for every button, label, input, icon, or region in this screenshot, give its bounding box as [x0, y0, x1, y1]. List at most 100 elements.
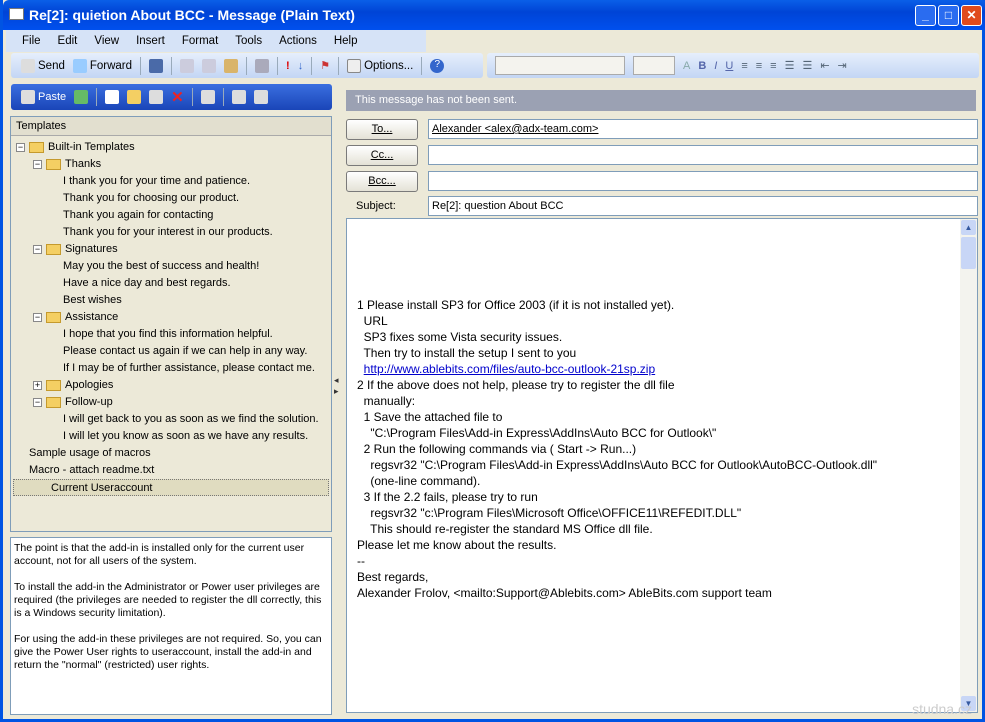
message-body[interactable]: ▲ ▼ 1 Please install SP3 for Office 2003 … [346, 218, 978, 713]
font-color-icon[interactable]: A [683, 60, 690, 72]
options-label: Options... [364, 59, 414, 72]
underline-button[interactable]: U [725, 60, 733, 72]
delete-icon[interactable]: ✕ [171, 88, 184, 106]
body-scrollbar[interactable]: ▲ ▼ [960, 219, 977, 712]
import-icon[interactable] [200, 90, 215, 104]
scroll-thumb[interactable] [961, 237, 976, 269]
scroll-up-icon[interactable]: ▲ [961, 220, 976, 235]
tree-item-label: Sample usage of macros [29, 447, 151, 459]
italic-button[interactable]: I [714, 60, 717, 72]
collapse-icon[interactable]: − [16, 142, 25, 152]
tree-folder[interactable]: + Apologies [33, 377, 113, 394]
settings-icon[interactable] [253, 90, 268, 104]
decrease-indent-icon[interactable]: ⇤ [820, 59, 829, 72]
tree-folder[interactable]: − Follow-up [33, 394, 113, 411]
separator [246, 56, 248, 75]
tree-item[interactable]: I will let you know as soon as we have a… [63, 428, 308, 445]
menu-tools[interactable]: Tools [235, 35, 262, 47]
tree-item[interactable]: Thank you again for contacting [63, 207, 213, 224]
expand-icon[interactable]: + [33, 380, 42, 390]
templates-header: Templates [11, 117, 331, 136]
increase-indent-icon[interactable]: ⇥ [838, 59, 847, 72]
tree-item[interactable]: Best wishes [63, 292, 122, 309]
download-link[interactable]: http://www.ablebits.com/files/auto-bcc-o… [364, 362, 655, 376]
tree-folder[interactable]: − Thanks [33, 156, 101, 173]
menu-actions[interactable]: Actions [279, 35, 317, 47]
bcc-field[interactable] [428, 171, 978, 191]
bullets-icon[interactable]: ☰ [785, 59, 795, 72]
tree-item[interactable]: If I may be of further assistance, pleas… [63, 360, 315, 377]
options-button[interactable]: Options... [347, 58, 414, 73]
forward-button[interactable]: Forward [72, 58, 132, 73]
font-size-combo[interactable] [633, 56, 675, 75]
close-button[interactable]: ✕ [961, 5, 982, 26]
splitter-handle[interactable]: ◂ ▸ [334, 375, 339, 415]
menu-edit[interactable]: Edit [58, 35, 78, 47]
numbering-icon[interactable]: ☰ [802, 59, 812, 72]
tree-item[interactable]: Sample usage of macros [29, 445, 151, 462]
tree-folder[interactable]: − Built-in Templates [16, 139, 135, 156]
send-button[interactable]: Send [21, 58, 65, 73]
message-pane: This message has not been sent. To... Al… [341, 84, 985, 718]
menu-help[interactable]: Help [334, 35, 358, 47]
paste-template-button[interactable]: Paste [21, 90, 66, 104]
macros-icon[interactable] [231, 90, 246, 104]
tree-item[interactable]: May you the best of success and health! [63, 258, 259, 275]
copy-icon[interactable] [202, 58, 217, 73]
align-center-icon[interactable]: ≡ [756, 60, 762, 72]
cc-field[interactable] [428, 145, 978, 165]
tree-item[interactable]: I will get back to you as soon as we fin… [63, 411, 319, 428]
separator [277, 56, 279, 75]
edit-icon[interactable] [149, 90, 164, 104]
menu-format[interactable]: Format [182, 35, 218, 47]
cut-icon[interactable] [180, 58, 195, 73]
tree-item[interactable]: I thank you for your time and patience. [63, 173, 250, 190]
collapse-icon[interactable]: − [33, 397, 42, 407]
low-importance-icon[interactable]: ↓ [298, 60, 304, 72]
paste-icon[interactable] [224, 58, 239, 73]
body-line: regsvr32 "C:\Program Files\Add-in Expres… [357, 458, 878, 472]
body-line: Please let me know about the results. [357, 538, 557, 552]
save-icon[interactable] [149, 58, 164, 73]
align-right-icon[interactable]: ≡ [770, 60, 776, 72]
bcc-button[interactable]: Bcc... [346, 171, 418, 192]
tree-item[interactable]: Thank you for your interest in our produ… [63, 224, 273, 241]
menu-insert[interactable]: Insert [136, 35, 165, 47]
flag-icon[interactable]: ⚑ [320, 59, 330, 72]
collapse-icon[interactable]: − [33, 159, 42, 169]
collapse-icon[interactable]: − [33, 312, 42, 322]
maximize-button[interactable]: □ [938, 5, 959, 26]
to-field[interactable]: Alexander <alex@adx-team.com> [428, 119, 978, 139]
menu-view[interactable]: View [94, 35, 119, 47]
minimize-button[interactable]: _ [915, 5, 936, 26]
new-folder-icon[interactable] [127, 90, 142, 104]
new-template-icon[interactable] [105, 90, 120, 104]
send-label: Send [38, 59, 65, 72]
align-left-icon[interactable]: ≡ [741, 60, 747, 72]
menu-file[interactable]: File [22, 35, 41, 47]
help-icon[interactable]: ? [430, 58, 445, 73]
subject-field[interactable]: Re[2]: question About BCC [428, 196, 978, 216]
high-importance-icon[interactable]: ! [286, 60, 290, 72]
font-combo[interactable] [495, 56, 625, 75]
separator [222, 88, 224, 106]
tree-folder[interactable]: − Assistance [33, 309, 118, 326]
collapse-icon[interactable]: − [33, 244, 42, 254]
tree-item[interactable]: Have a nice day and best regards. [63, 275, 231, 292]
tree-item[interactable]: Macro - attach readme.txt [29, 462, 154, 479]
tree-item[interactable]: Thank you for choosing our product. [63, 190, 239, 207]
attach-icon[interactable] [255, 58, 270, 73]
body-line: Alexander Frolov, <mailto:Support@Ablebi… [357, 586, 772, 600]
message-window: Re[2]: quietion About BCC - Message (Pla… [0, 0, 985, 722]
body-line: This should re-register the standard MS … [357, 522, 653, 536]
separator [421, 56, 423, 75]
tree-item-label: Best wishes [63, 294, 122, 306]
tree-folder[interactable]: − Signatures [33, 241, 118, 258]
bold-button[interactable]: B [698, 60, 706, 72]
cc-button[interactable]: Cc... [346, 145, 418, 166]
tree-item[interactable]: I hope that you find this information he… [63, 326, 273, 343]
tree-item[interactable]: Please contact us again if we can help i… [63, 343, 307, 360]
to-button[interactable]: To... [346, 119, 418, 140]
insert-template-icon[interactable] [74, 90, 89, 104]
tree-item[interactable]: Current Useraccount [13, 479, 329, 496]
